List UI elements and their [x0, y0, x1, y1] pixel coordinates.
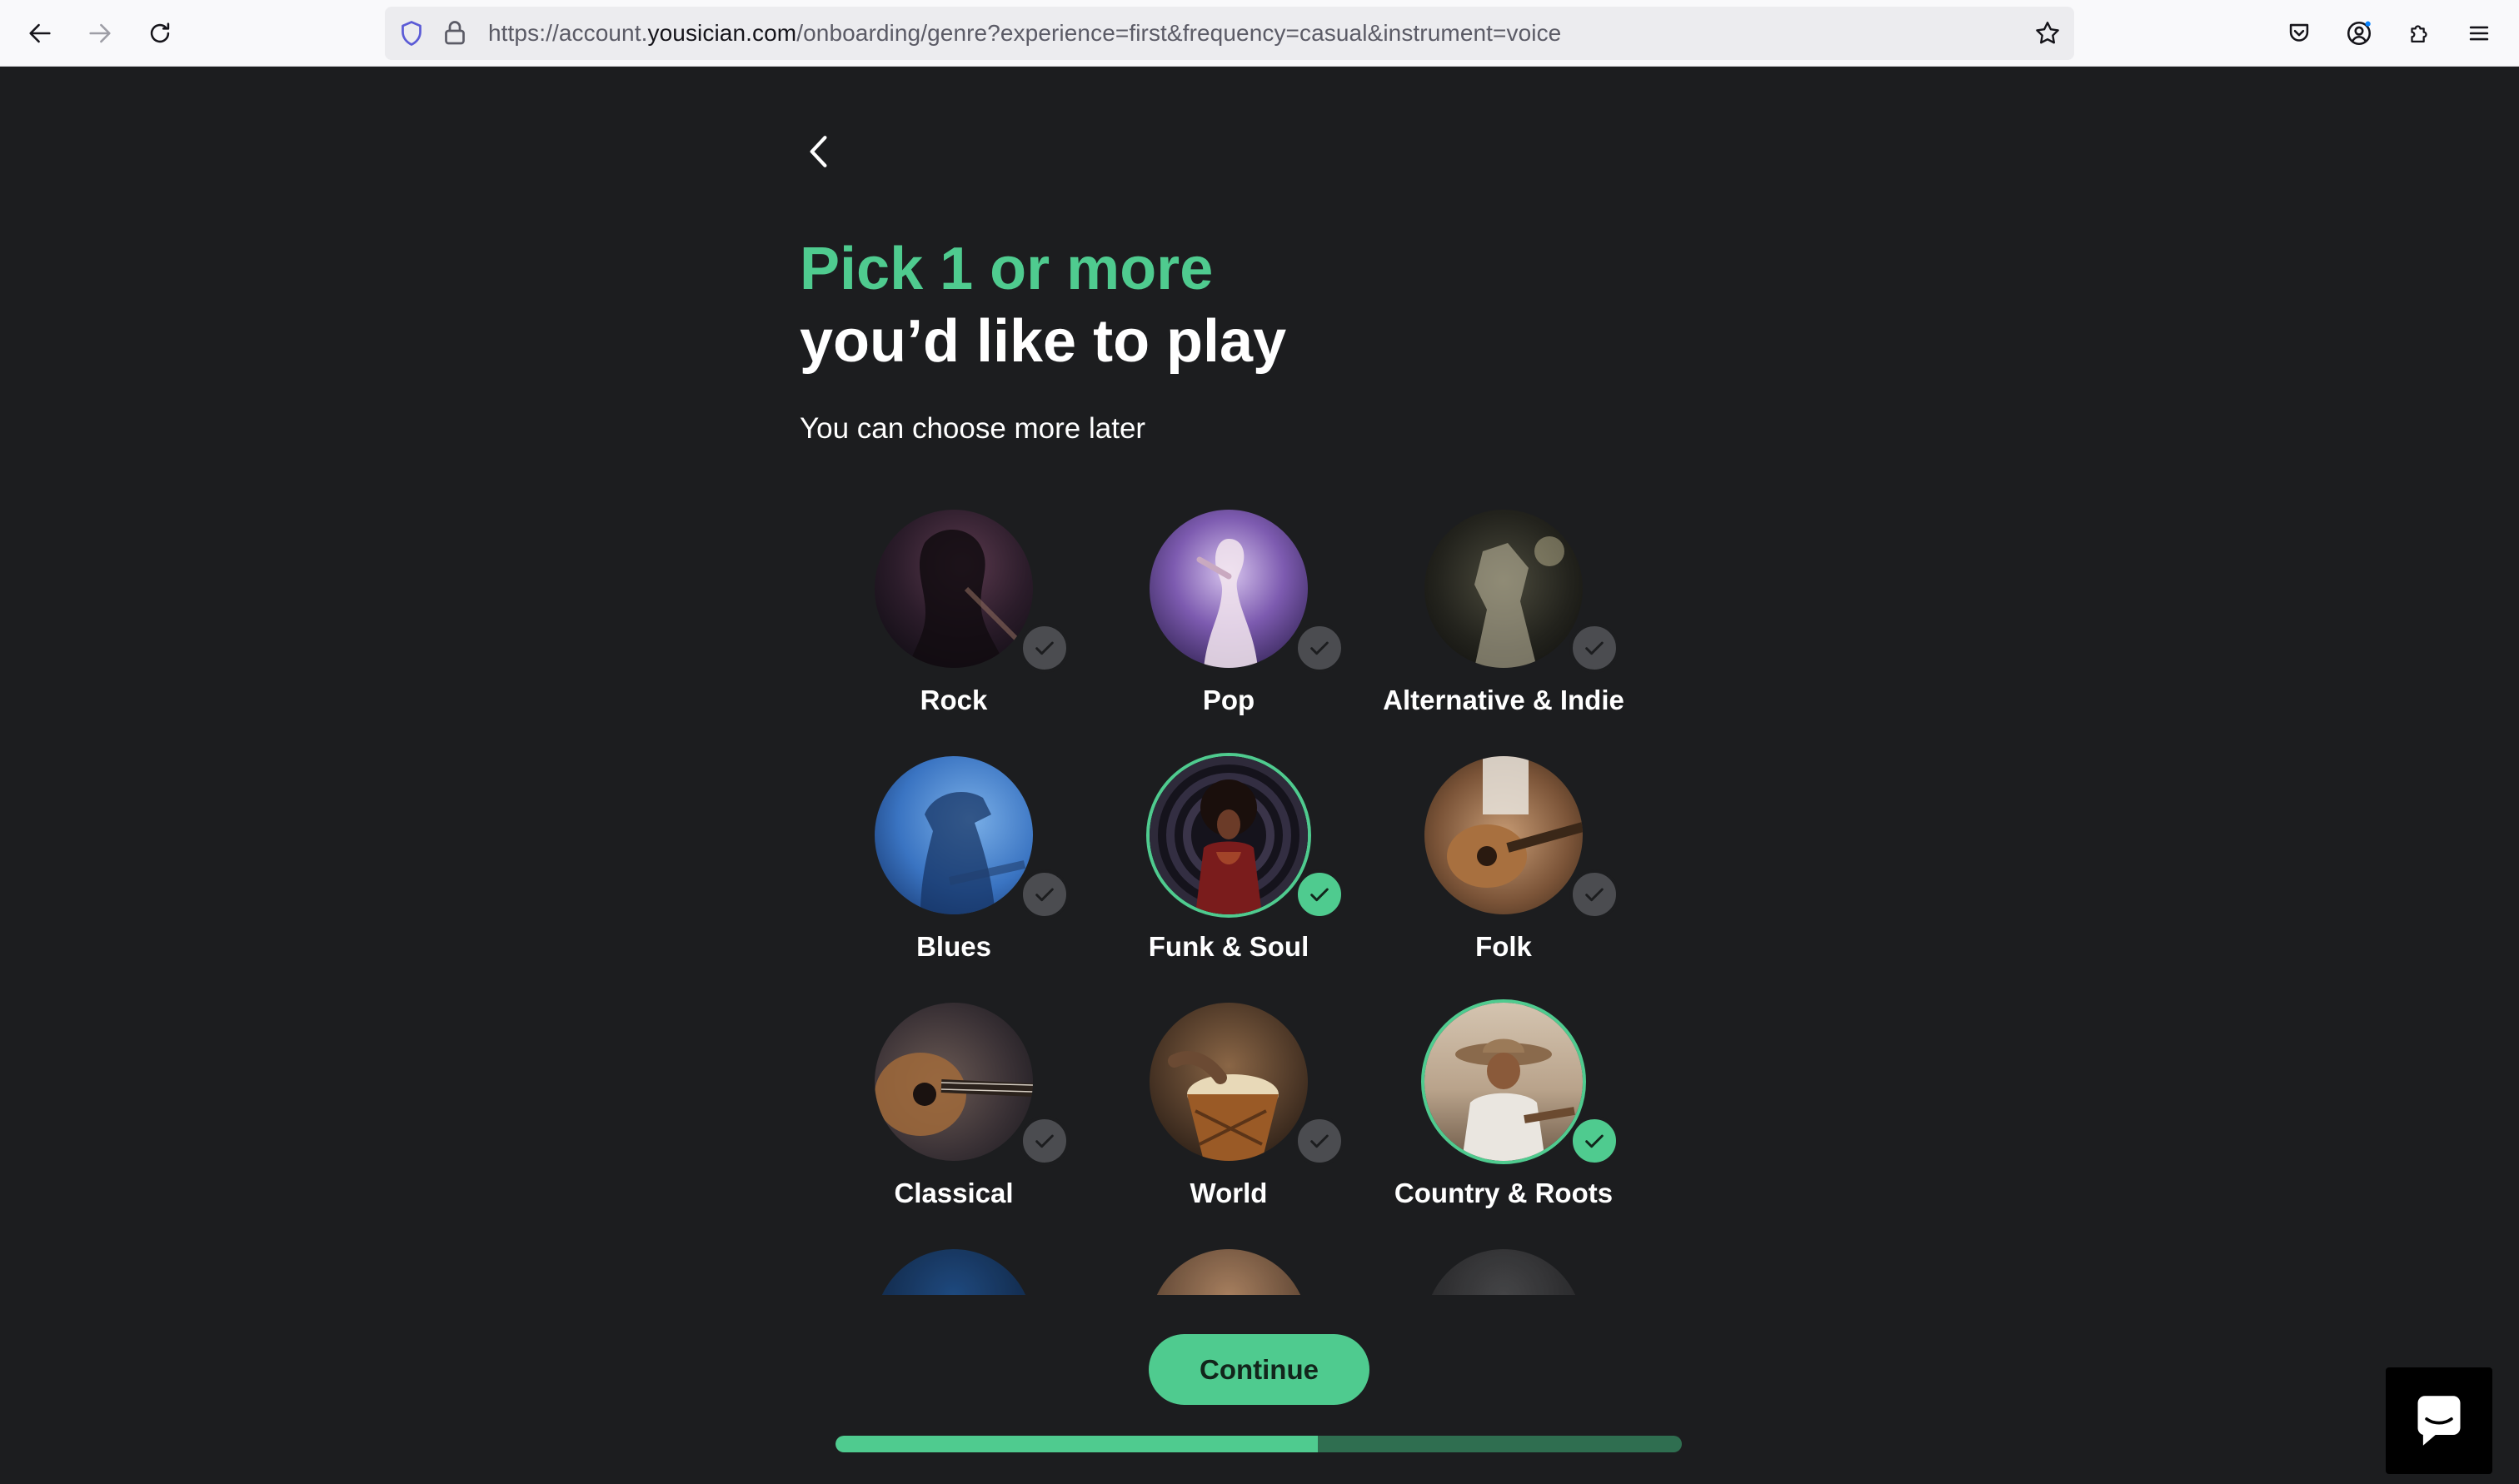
page-title: you’d like to play: [800, 308, 1287, 375]
genre-partial-1[interactable]: [816, 1239, 1091, 1295]
genre-label: World: [1190, 1178, 1268, 1208]
genre-folk[interactable]: Folk: [1366, 746, 1641, 979]
genre-country-roots[interactable]: Country & Roots: [1366, 993, 1641, 1226]
genre-partial-3[interactable]: [1366, 1239, 1641, 1295]
genre-alternative-indie[interactable]: Alternative & Indie: [1366, 500, 1641, 733]
folk-check-icon: [1569, 869, 1619, 919]
genre-label: Rock: [920, 685, 988, 715]
back-arrow-icon[interactable]: [22, 15, 58, 52]
account-icon[interactable]: [2341, 15, 2377, 52]
url-path: /onboarding/genre?experience=first&frequ…: [796, 20, 1562, 46]
genre-partial-2[interactable]: [1091, 1239, 1366, 1295]
bookmark-star-icon[interactable]: [2033, 18, 2063, 48]
url-prefix: https://account.: [488, 20, 648, 46]
pop-photo: [1150, 510, 1308, 668]
pop-check-icon: [1294, 623, 1344, 673]
genre-label: Blues: [916, 931, 991, 962]
hamburger-menu-icon[interactable]: [2461, 15, 2497, 52]
page-subtitle: You can choose more later: [800, 412, 1146, 445]
blues-photo: [875, 756, 1033, 914]
extensions-puzzle-icon[interactable]: [2401, 15, 2437, 52]
browser-toolbar: https://account.yousician.com/onboarding…: [0, 0, 2519, 67]
genre-blues[interactable]: Blues: [816, 746, 1091, 979]
genre-classical[interactable]: Classical: [816, 993, 1091, 1226]
folk-photo: [1424, 756, 1583, 914]
country-roots-photo: [1421, 999, 1586, 1164]
forward-arrow-icon[interactable]: [82, 15, 118, 52]
funk-soul-photo: [1146, 753, 1311, 918]
world-photo: [1150, 1003, 1308, 1161]
rock-photo: [875, 510, 1033, 668]
genre-label: Classical: [894, 1178, 1014, 1208]
alternative-indie-check-icon: [1569, 623, 1619, 673]
url-bar[interactable]: https://account.yousician.com/onboarding…: [385, 7, 2074, 60]
lock-icon[interactable]: [440, 18, 470, 48]
url-domain: yousician.com: [647, 20, 797, 46]
reload-icon[interactable]: [142, 15, 178, 52]
genre-label: Folk: [1475, 931, 1532, 962]
classical-check-icon: [1020, 1116, 1070, 1166]
pocket-icon[interactable]: [2281, 15, 2317, 52]
funk-soul-check-icon: [1294, 869, 1344, 919]
onboarding-progress-bar: [836, 1436, 1682, 1452]
rock-check-icon: [1020, 623, 1070, 673]
country-roots-check-icon: [1569, 1116, 1619, 1166]
chat-bubble-icon: [2417, 1396, 2461, 1446]
genre-label: Funk & Soul: [1148, 931, 1309, 962]
genre-grid: Rock Pop Alternative & Indie Blues Funk …: [816, 500, 1699, 1295]
world-check-icon: [1294, 1116, 1344, 1166]
chevron-left-icon: [810, 136, 827, 167]
genre-photo: [1424, 1249, 1583, 1295]
blues-check-icon: [1020, 869, 1070, 919]
genre-label: Pop: [1202, 685, 1255, 715]
url-text[interactable]: https://account.yousician.com/onboarding…: [488, 7, 1561, 60]
genre-world[interactable]: World: [1091, 993, 1366, 1226]
continue-button[interactable]: Continue: [1149, 1334, 1369, 1405]
genre-rock[interactable]: Rock: [816, 500, 1091, 733]
tracking-shield-icon[interactable]: [397, 18, 426, 48]
genre-funk-soul[interactable]: Funk & Soul: [1091, 746, 1366, 979]
genre-label: Alternative & Indie: [1383, 685, 1624, 715]
progress-fill: [836, 1436, 1319, 1452]
alternative-indie-photo: [1424, 510, 1583, 668]
genre-photo: [1150, 1249, 1308, 1295]
chat-support-button[interactable]: [2386, 1367, 2492, 1474]
genre-photo: [875, 1249, 1033, 1295]
page-title-accent: Pick 1 or more: [800, 236, 1214, 302]
genre-label: Country & Roots: [1394, 1178, 1614, 1208]
genre-pop[interactable]: Pop: [1091, 500, 1366, 733]
back-button[interactable]: [800, 125, 836, 178]
classical-photo: [875, 1003, 1033, 1161]
